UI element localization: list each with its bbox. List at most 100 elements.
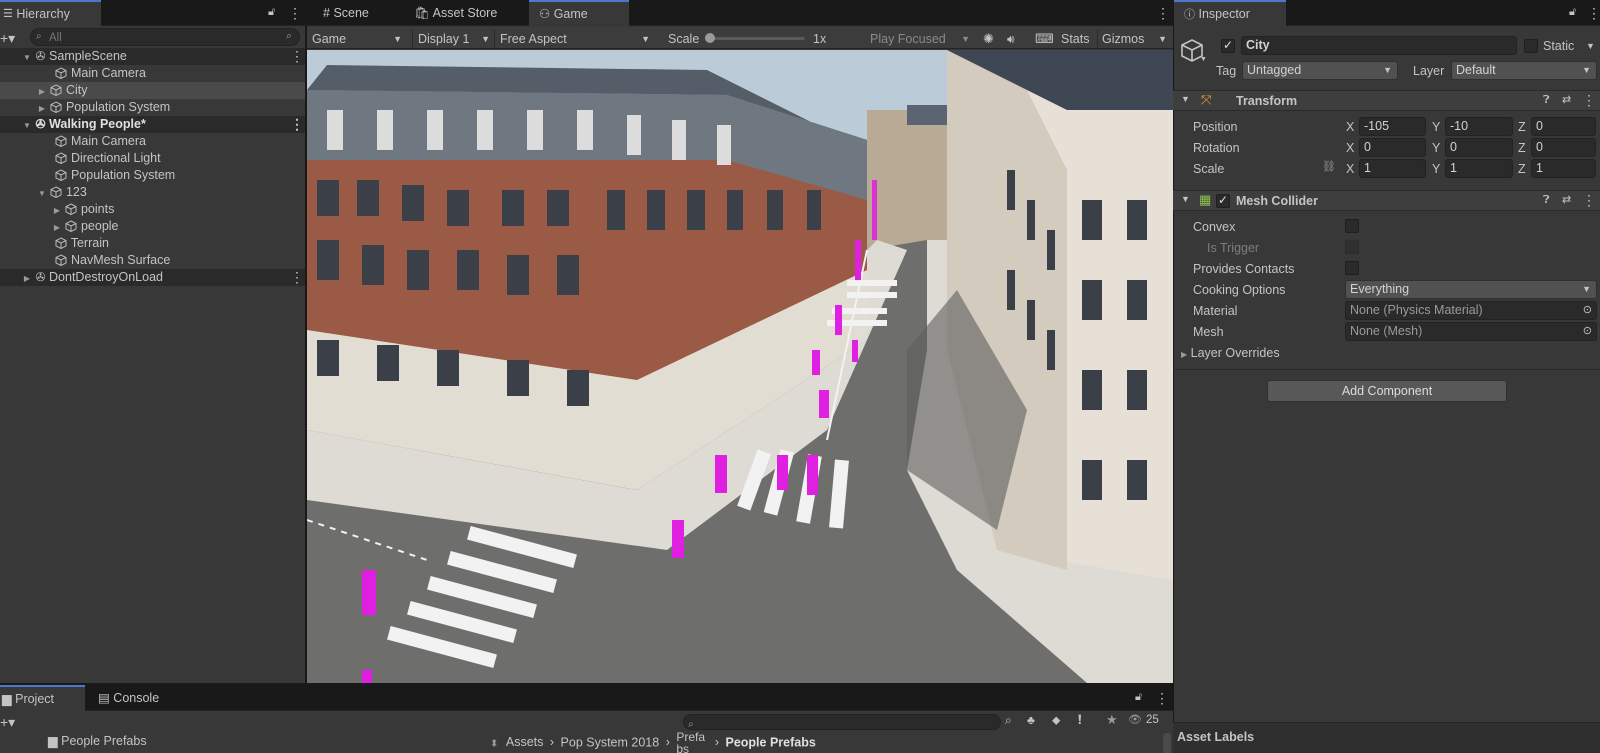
folder-tree-item[interactable]: ▆ People Prefabs	[48, 733, 147, 750]
object-picker-icon[interactable]: ⊙	[1583, 323, 1592, 340]
scale-z-field[interactable]: 1	[1531, 159, 1596, 178]
search-by-label-icon[interactable]: ♣	[1027, 713, 1035, 727]
tag-dropdown[interactable]: Untagged ▼	[1242, 61, 1398, 80]
add-component-button[interactable]: Add Component	[1267, 380, 1507, 402]
scale-slider-handle[interactable]	[705, 33, 715, 43]
tab-asset-store[interactable]: 🛍︎ Asset Store	[404, 0, 507, 27]
search-by-type-icon[interactable]: ⌕	[1005, 713, 1012, 728]
expand-arrow-icon[interactable]: ▶	[22, 270, 32, 287]
preset-icon[interactable]: ⇄	[1562, 93, 1571, 106]
scrollbar[interactable]	[1163, 733, 1171, 753]
mesh-field[interactable]: None (Mesh) ⊙	[1345, 322, 1597, 341]
help-icon[interactable]: ❓︎	[1543, 194, 1550, 207]
foldout-arrow-icon[interactable]: ▼	[1181, 94, 1190, 104]
tree-row-123[interactable]: ▼ 123	[0, 184, 305, 201]
static-checkbox[interactable]	[1524, 39, 1538, 53]
more-options-icon[interactable]: ⋮	[288, 5, 302, 22]
expand-arrow-icon[interactable]: ▶	[37, 83, 47, 100]
help-icon[interactable]: ❓︎	[1543, 94, 1550, 107]
add-object-button[interactable]: +▾	[0, 30, 15, 47]
expand-arrow-icon[interactable]: ▶	[52, 219, 62, 236]
more-options-icon[interactable]: ⋮	[1582, 92, 1596, 109]
tree-row-people[interactable]: ▶ people	[0, 218, 305, 235]
object-picker-icon[interactable]: ⊙	[1583, 302, 1592, 319]
play-focused-dropdown[interactable]: Play Focused ▼	[864, 30, 974, 48]
material-field[interactable]: None (Physics Material) ⊙	[1345, 301, 1597, 320]
more-options-icon[interactable]: ⋮	[1587, 5, 1600, 22]
provides-contacts-checkbox[interactable]	[1345, 261, 1359, 275]
breadcrumb-handle-icon[interactable]: ⬍	[490, 738, 498, 749]
tree-row-population-system-2[interactable]: Population System	[0, 167, 305, 184]
breadcrumb-item[interactable]: Prefabs	[676, 731, 708, 753]
display-mode-dropdown[interactable]: Game ▼	[312, 30, 406, 48]
rotation-x-field[interactable]: 0	[1359, 138, 1426, 157]
game-viewport[interactable]	[307, 50, 1173, 683]
lock-icon[interactable]: 🔓︎	[268, 6, 275, 19]
icon-dropdown-arrow[interactable]: ▼	[1200, 56, 1207, 63]
breadcrumb-item[interactable]: Pop System 2018	[561, 735, 660, 749]
lock-icon[interactable]: 🔓︎	[1569, 6, 1576, 19]
asset-labels-bar[interactable]: Asset Labels	[1173, 722, 1600, 753]
tree-row-terrain[interactable]: Terrain	[0, 235, 305, 252]
position-z-field[interactable]: 0	[1531, 117, 1596, 136]
tree-row-walking-people[interactable]: ▼ ✇ Walking People* ⋮	[0, 116, 305, 133]
expand-arrow-icon[interactable]: ▼	[37, 185, 47, 202]
more-options-icon[interactable]: ⋮	[1582, 192, 1596, 209]
chevron-down-icon[interactable]: ▼	[1586, 41, 1595, 51]
transform-header[interactable]: ▼ ⤧ Transform ❓︎ ⇄ ⋮	[1173, 90, 1600, 111]
aspect-dropdown[interactable]: Free Aspect ▼	[494, 30, 654, 48]
tree-row-main-camera[interactable]: Main Camera	[0, 65, 305, 82]
tree-row-city[interactable]: ▶ City	[0, 82, 305, 99]
warning-filter-icon[interactable]: ❗︎	[1078, 712, 1082, 728]
rotation-y-field[interactable]: 0	[1445, 138, 1513, 157]
tag-icon[interactable]: ⬥	[1052, 713, 1060, 728]
gizmos-dropdown[interactable]: Gizmos ▼	[1097, 30, 1173, 48]
preset-icon[interactable]: ⇄	[1562, 193, 1571, 206]
project-search-input[interactable]: ⌕	[683, 714, 1001, 730]
more-options-icon[interactable]: ⋮	[1155, 690, 1169, 707]
lock-icon[interactable]: 🔓︎	[1135, 691, 1142, 704]
tab-project[interactable]: ▆ Project	[0, 685, 85, 712]
more-options-icon[interactable]: ⋮	[290, 116, 304, 133]
tree-row-population-system[interactable]: ▶ Population System	[0, 99, 305, 116]
object-name-field[interactable]: City	[1241, 36, 1517, 55]
rotation-z-field[interactable]: 0	[1531, 138, 1596, 157]
link-constrain-icon[interactable]: ⛓︎	[1322, 160, 1336, 173]
hidden-packages-eye-icon[interactable]: 👁︎	[1128, 713, 1142, 726]
display-dropdown[interactable]: Display 1 ▼	[412, 30, 494, 48]
active-checkbox[interactable]: ✓	[1221, 38, 1235, 53]
position-x-field[interactable]: -105	[1359, 117, 1426, 136]
expand-arrow-icon[interactable]: ▶	[37, 100, 47, 117]
tree-row-main-camera-2[interactable]: Main Camera	[0, 133, 305, 150]
tree-row-points[interactable]: ▶ points	[0, 201, 305, 218]
breadcrumb-item[interactable]: Assets	[506, 735, 544, 749]
scale-x-field[interactable]: 1	[1359, 159, 1426, 178]
more-options-icon[interactable]: ⋮	[1156, 5, 1170, 22]
mesh-collider-enabled-checkbox[interactable]: ✓	[1216, 193, 1230, 208]
tab-console[interactable]: ▤ Console	[88, 685, 169, 712]
tab-game[interactable]: ⚇ Game	[529, 0, 629, 27]
convex-checkbox[interactable]	[1345, 219, 1359, 233]
scale-y-field[interactable]: 1	[1445, 159, 1513, 178]
tree-row-dontdestroyonload[interactable]: ▶ ✇ DontDestroyOnLoad ⋮	[0, 269, 305, 286]
stats-button[interactable]: Stats	[1061, 30, 1090, 48]
hierarchy-search-input[interactable]: ⌕ All	[30, 28, 300, 46]
tree-row-navmesh-surface[interactable]: NavMesh Surface	[0, 252, 305, 269]
more-options-icon[interactable]: ⋮	[290, 48, 304, 65]
favorites-star-icon[interactable]: ★	[1106, 712, 1118, 728]
cooking-options-dropdown[interactable]: Everything ▼	[1345, 280, 1597, 299]
mesh-collider-header[interactable]: ▼ ▦ ✓ Mesh Collider ❓︎ ⇄ ⋮	[1173, 190, 1600, 211]
add-asset-button[interactable]: +▾	[0, 714, 15, 731]
foldout-arrow-icon[interactable]: ▼	[1181, 194, 1190, 204]
tree-row-samplescene[interactable]: ▼ ✇ SampleScene ⋮	[0, 48, 305, 65]
tab-hierarchy[interactable]: ☰ Hierarchy	[0, 0, 101, 27]
expand-arrow-icon[interactable]: ▼	[22, 117, 32, 134]
keyboard-icon[interactable]: ⌨︎	[1035, 30, 1054, 48]
audio-icon[interactable]: 🔊︎	[1007, 30, 1015, 48]
bug-icon[interactable]: ✺	[983, 30, 994, 48]
tree-row-directional-light[interactable]: Directional Light	[0, 150, 305, 167]
position-y-field[interactable]: -10	[1445, 117, 1513, 136]
tab-inspector[interactable]: ⓘ Inspector	[1174, 0, 1286, 27]
layer-dropdown[interactable]: Default ▼	[1451, 61, 1597, 80]
more-options-icon[interactable]: ⋮	[290, 269, 304, 286]
